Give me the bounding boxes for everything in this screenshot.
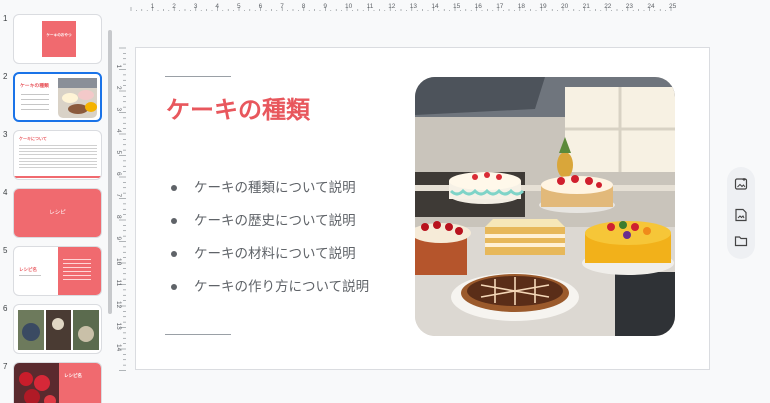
filmstrip-item[interactable]: 4 レシピ xyxy=(0,188,108,240)
filmstrip-scrollbar[interactable] xyxy=(108,30,112,314)
ruler-label: 1 xyxy=(151,3,155,10)
slide-thumbnail-4[interactable]: レシピ xyxy=(13,188,102,238)
filmstrip-item[interactable]: 1 ケーキのおやつ xyxy=(0,14,108,66)
cake-photo-icon xyxy=(58,78,97,118)
ruler-label: 9 xyxy=(323,3,327,10)
ruler-label: 12 xyxy=(116,301,122,309)
thumb-title: レシピ名 xyxy=(64,374,82,379)
ruler-label: 5 xyxy=(237,3,241,10)
ruler-label: 10 xyxy=(116,258,122,266)
slide-title[interactable]: ケーキの種類 xyxy=(166,90,310,125)
thumb-text-lines xyxy=(19,145,97,146)
thumb-accent-bar xyxy=(14,176,101,178)
ruler-label: 19 xyxy=(539,3,547,10)
slide-canvas[interactable]: ケーキの種類 ケーキの種類について説明 ケーキの歴史について説明 ケーキの材料に… xyxy=(135,47,710,370)
cake-photo[interactable] xyxy=(415,77,675,336)
filmstrip-item[interactable]: 3 ケーキについて xyxy=(0,130,108,182)
thumb-text-lines xyxy=(21,94,49,95)
ruler-label: 23 xyxy=(626,3,634,10)
slide-thumbnail-7[interactable]: レシピ名 xyxy=(13,362,102,403)
thumb-accent-panel: レシピ名 xyxy=(59,363,101,403)
bullet-item[interactable]: ケーキの材料について説明 xyxy=(168,244,369,277)
bullet-item[interactable]: ケーキの種類について説明 xyxy=(168,178,369,211)
slide-thumbnail-6[interactable] xyxy=(13,304,102,354)
top-decorative-line xyxy=(165,76,231,77)
ruler-label: 14 xyxy=(116,344,122,352)
ruler-label: 17 xyxy=(496,3,504,10)
photo-gallery-icon xyxy=(18,310,99,350)
slide-number: 4 xyxy=(3,188,8,197)
ruler-label: 21 xyxy=(583,3,591,10)
thumb-text-lines xyxy=(19,275,41,276)
cake-photo-icon xyxy=(415,77,675,336)
ruler-label: 3 xyxy=(116,108,122,112)
ruler-label: 11 xyxy=(116,280,122,287)
ruler-label: 18 xyxy=(518,3,526,10)
ruler-label: 10 xyxy=(345,3,353,10)
slide-number: 6 xyxy=(3,304,8,313)
ruler-label: 5 xyxy=(116,151,122,155)
slide-number: 7 xyxy=(3,362,8,371)
filmstrip-item[interactable]: 2 ケーキの種類 xyxy=(0,72,108,124)
slide-number: 1 xyxy=(3,14,8,23)
bullet-item[interactable]: ケーキの作り方について説明 xyxy=(168,277,369,310)
ruler-label: 20 xyxy=(561,3,569,10)
ruler-label: 11 xyxy=(367,3,374,10)
filmstrip-item[interactable]: 6 xyxy=(0,304,108,356)
ruler-label: 4 xyxy=(116,129,122,133)
ruler-label: 7 xyxy=(280,3,284,10)
slide-thumbnail-5[interactable]: レシピ名 xyxy=(13,246,102,296)
ruler-label: 22 xyxy=(604,3,612,10)
folder-icon[interactable] xyxy=(733,233,749,249)
ruler-label: 8 xyxy=(116,215,122,219)
ruler-label: 1 xyxy=(116,65,122,69)
ruler-label: 24 xyxy=(647,3,655,10)
thumb-title: レシピ名 xyxy=(19,268,37,273)
slide-thumbnail-2[interactable]: ケーキの種類 xyxy=(13,72,102,122)
insert-image-icon[interactable] xyxy=(733,207,749,223)
ruler-label: 14 xyxy=(431,3,439,10)
bottom-decorative-line xyxy=(165,334,231,335)
slide-number: 5 xyxy=(3,246,8,255)
slide-thumbnail-1[interactable]: ケーキのおやつ xyxy=(13,14,102,64)
ruler-label: 2 xyxy=(172,3,176,10)
ruler-label: 9 xyxy=(116,237,122,241)
ruler-label: 4 xyxy=(215,3,219,10)
ruler-label: 6 xyxy=(116,172,122,176)
left-ruler: 1234567891011121314 xyxy=(115,18,128,403)
slide-filmstrip: 1 ケーキのおやつ 2 ケーキの種類 3 ケーキについて 4 レシピ 5 レシピ… xyxy=(0,0,116,403)
ruler-label: 6 xyxy=(259,3,263,10)
top-ruler-ticks: 1 2 3 4 5 6 7 8 9 10 11 12 13 14 15 16 17 18 19 20 21 22 23 24 2… xyxy=(130,3,677,11)
filmstrip-item[interactable]: 7 レシピ名 xyxy=(0,362,108,403)
ruler-label: 15 xyxy=(453,3,461,10)
ruler-label: 13 xyxy=(116,323,122,331)
berries-photo-icon xyxy=(14,363,59,403)
thumb-accent-panel xyxy=(58,247,101,295)
title-block: ケーキのおやつ xyxy=(42,21,76,57)
slide-number: 3 xyxy=(3,130,8,139)
ruler-label: 16 xyxy=(475,3,483,10)
side-panel xyxy=(727,167,755,259)
ruler-label: 2 xyxy=(116,86,122,90)
add-image-icon[interactable] xyxy=(733,176,749,192)
thumb-title: ケーキの種類 xyxy=(20,84,49,89)
ruler-label: 8 xyxy=(302,3,306,10)
filmstrip-item[interactable]: 5 レシピ名 xyxy=(0,246,108,298)
thumb-title: レシピ xyxy=(49,210,66,216)
bullet-list[interactable]: ケーキの種類について説明 ケーキの歴史について説明 ケーキの材料について説明 ケ… xyxy=(168,178,369,310)
ruler-label: 13 xyxy=(410,3,418,10)
bullet-item[interactable]: ケーキの歴史について説明 xyxy=(168,211,369,244)
left-ruler-ticks: 1234567891011121314 xyxy=(115,47,126,371)
thumb-title: ケーキについて xyxy=(19,136,47,141)
top-ruler: 1 2 3 4 5 6 7 8 9 10 11 12 13 14 15 16 17 18 19 20 21 22 23 24 2… xyxy=(116,0,770,18)
ruler-label: 25 xyxy=(669,3,677,10)
slide-thumbnail-3[interactable]: ケーキについて xyxy=(13,130,102,180)
ruler-label: 3 xyxy=(194,3,198,10)
ruler-label: 7 xyxy=(116,194,122,198)
slide-number: 2 xyxy=(3,72,8,81)
thumb-title: ケーキのおやつ xyxy=(46,33,72,37)
ruler-label: 12 xyxy=(388,3,396,10)
